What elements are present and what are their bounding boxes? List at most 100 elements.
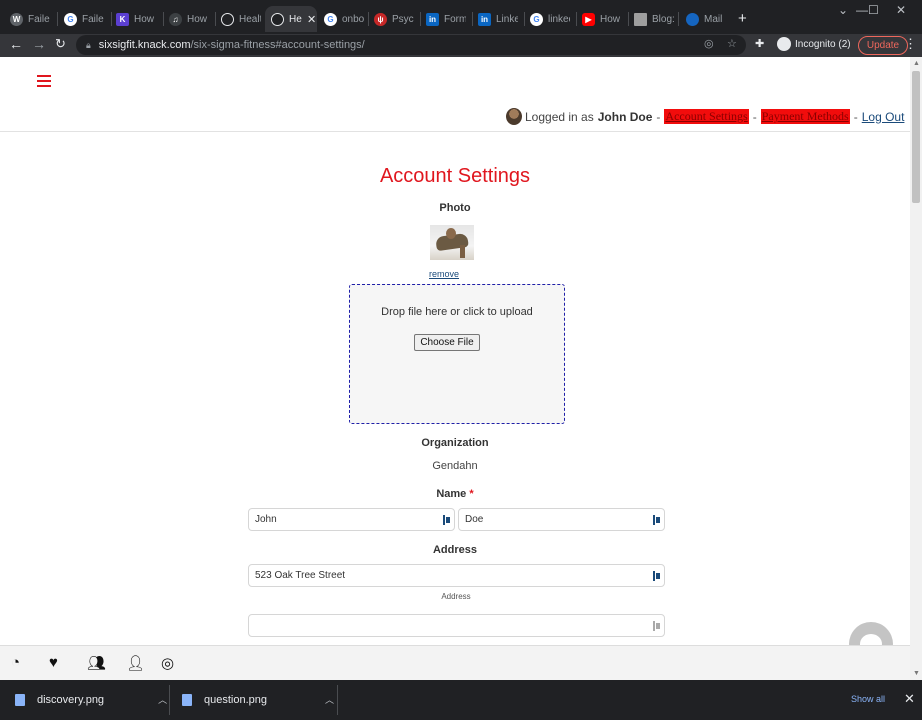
browser-tab[interactable]: Gonboa — [318, 6, 368, 32]
photo-label: Photo — [439, 202, 471, 214]
password-manager-icon[interactable] — [443, 515, 450, 525]
browser-tab[interactable]: Health — [215, 6, 265, 32]
file-dropzone[interactable]: Drop file here or click to upload Choose… — [349, 284, 565, 424]
password-manager-icon[interactable] — [653, 621, 660, 631]
first-name-field[interactable]: John — [248, 508, 455, 531]
user-name: John Doe — [597, 109, 653, 124]
knack-k-icon: K — [116, 12, 129, 26]
browser-toolbar: ← → ↻ 🔒︎ sixsigfit.knack.com/six-sigma-f… — [0, 34, 922, 57]
address-label: Address — [432, 544, 478, 556]
browser-tab-strip: WFailed GFailed KHow t ♫How T Health He✕… — [0, 0, 922, 34]
address-bar[interactable]: 🔒︎ sixsigfit.knack.com/six-sigma-fitness… — [76, 35, 746, 55]
hamburger-menu-icon[interactable] — [37, 75, 51, 90]
file-icon — [182, 693, 192, 706]
extensions-puzzle-icon[interactable]: ✚ — [755, 37, 764, 50]
close-tab-icon[interactable]: ✕ — [307, 13, 316, 26]
password-manager-icon[interactable] — [653, 571, 660, 581]
browser-tab-active[interactable]: He ✕ — [265, 6, 317, 32]
divider — [169, 685, 170, 715]
new-tab-plus-icon[interactable]: + — [738, 10, 747, 27]
youtube-icon: ▶ — [582, 12, 595, 26]
file-icon — [15, 693, 25, 706]
browser-tab[interactable]: ♫How T — [163, 6, 215, 32]
browser-tab[interactable]: inLinked — [472, 6, 524, 32]
user-bar: Logged in as John Doe - Account Settings… — [506, 108, 904, 125]
choose-file-button[interactable]: Choose File — [414, 334, 480, 351]
minimize-icon[interactable]: — — [856, 3, 868, 17]
incognito-indicator[interactable]: Incognito (2) — [777, 37, 851, 51]
bottom-nav-bar: ◔ ♥ 👥︎ 👤︎ ◎ — [0, 645, 910, 680]
scrollbar-thumb[interactable] — [912, 71, 920, 203]
address-line2-field[interactable] — [248, 614, 665, 637]
close-window-icon[interactable]: ✕ — [896, 3, 906, 17]
maximize-icon[interactable]: ☐ — [868, 3, 879, 17]
eye-slash-icon[interactable]: ◎ — [704, 37, 714, 50]
wordpress-icon: W — [10, 12, 23, 26]
tab-separator — [678, 12, 679, 26]
forward-arrow-icon[interactable]: → — [32, 36, 46, 52]
payment-methods-link[interactable]: Payment Methods — [760, 109, 850, 124]
account-settings-link[interactable]: Account Settings — [664, 109, 749, 124]
browser-tab[interactable]: Glinked — [524, 6, 576, 32]
bookmark-star-icon[interactable]: ☆ — [727, 37, 737, 50]
dropzone-text: Drop file here or click to upload — [381, 306, 533, 318]
profile-photo — [430, 225, 474, 260]
download-item[interactable]: question.png ︿ — [182, 693, 334, 706]
chevron-up-icon[interactable]: ︿ — [325, 693, 334, 706]
lock-icon: 🔒︎ — [86, 39, 91, 50]
lifebuoy-icon[interactable]: ◎ — [161, 654, 174, 672]
last-name-field[interactable]: Doe — [458, 508, 665, 531]
google-icon: G — [324, 12, 337, 26]
browser-tab[interactable]: GFailed — [58, 6, 110, 32]
scroll-up-icon[interactable]: ▲ — [913, 60, 920, 67]
page-scrollbar[interactable]: ▲ ▼ — [910, 57, 922, 680]
remove-photo-link[interactable]: remove — [429, 269, 459, 279]
google-icon: G — [64, 12, 77, 26]
url-path: /six-sigma-fitness#account-settings/ — [190, 39, 365, 51]
update-button[interactable]: Update — [858, 36, 908, 55]
avatar — [506, 108, 522, 125]
scroll-down-icon[interactable]: ▼ — [913, 670, 920, 677]
user-icon[interactable]: 👤︎ — [126, 654, 145, 672]
organization-value: Gendahn — [432, 460, 478, 472]
chevron-down-icon[interactable]: ⌄ — [838, 3, 848, 17]
close-icon[interactable]: ✕ — [904, 691, 915, 707]
linkedin-icon: in — [478, 12, 491, 26]
loom-icon — [221, 12, 234, 26]
heart-icon[interactable]: ♥ — [49, 654, 58, 671]
show-all-downloads-link[interactable]: Show all — [851, 694, 885, 704]
organization-label: Organization — [421, 437, 489, 449]
chevron-up-icon[interactable]: ︿ — [158, 693, 167, 706]
podcast-icon: ♫ — [169, 12, 182, 26]
blog-icon — [634, 12, 647, 26]
logout-link[interactable]: Log Out — [862, 110, 905, 124]
divider — [0, 131, 910, 132]
browser-tab[interactable]: KHow t — [110, 6, 162, 32]
kebab-menu-icon[interactable]: ⋮ — [904, 36, 917, 52]
page-title: Account Settings — [379, 165, 531, 187]
browser-tab[interactable]: Mail | — [680, 6, 730, 32]
loom-icon — [271, 12, 284, 26]
psychology-icon: ψ — [374, 12, 387, 26]
address-line1-field[interactable]: 523 Oak Tree Street — [248, 564, 665, 587]
name-label: Name * — [436, 488, 474, 500]
browser-tab[interactable]: Blog: — [628, 6, 678, 32]
divider — [337, 685, 338, 715]
linkedin-icon: in — [426, 12, 439, 26]
download-item[interactable]: discovery.png ︿ — [15, 693, 167, 706]
url-host: sixsigfit.knack.com — [98, 39, 191, 51]
dashboard-gauge-icon[interactable]: ◔ — [11, 654, 20, 671]
password-manager-icon[interactable] — [653, 515, 660, 525]
group-icon[interactable]: 👥︎ — [87, 654, 106, 672]
browser-tab[interactable]: ▶How t — [576, 6, 628, 32]
page-viewport: Logged in as John Doe - Account Settings… — [0, 57, 910, 645]
mail-icon — [686, 12, 699, 26]
browser-tab[interactable]: ψPsych — [368, 6, 420, 32]
browser-tab[interactable]: inForms — [420, 6, 472, 32]
browser-tab[interactable]: WFailed — [4, 6, 56, 32]
incognito-icon — [777, 37, 791, 51]
back-arrow-icon[interactable]: ← — [9, 36, 23, 52]
google-icon: G — [530, 12, 543, 26]
reload-icon[interactable]: ↻ — [55, 36, 66, 52]
required-asterisk: * — [469, 488, 474, 500]
